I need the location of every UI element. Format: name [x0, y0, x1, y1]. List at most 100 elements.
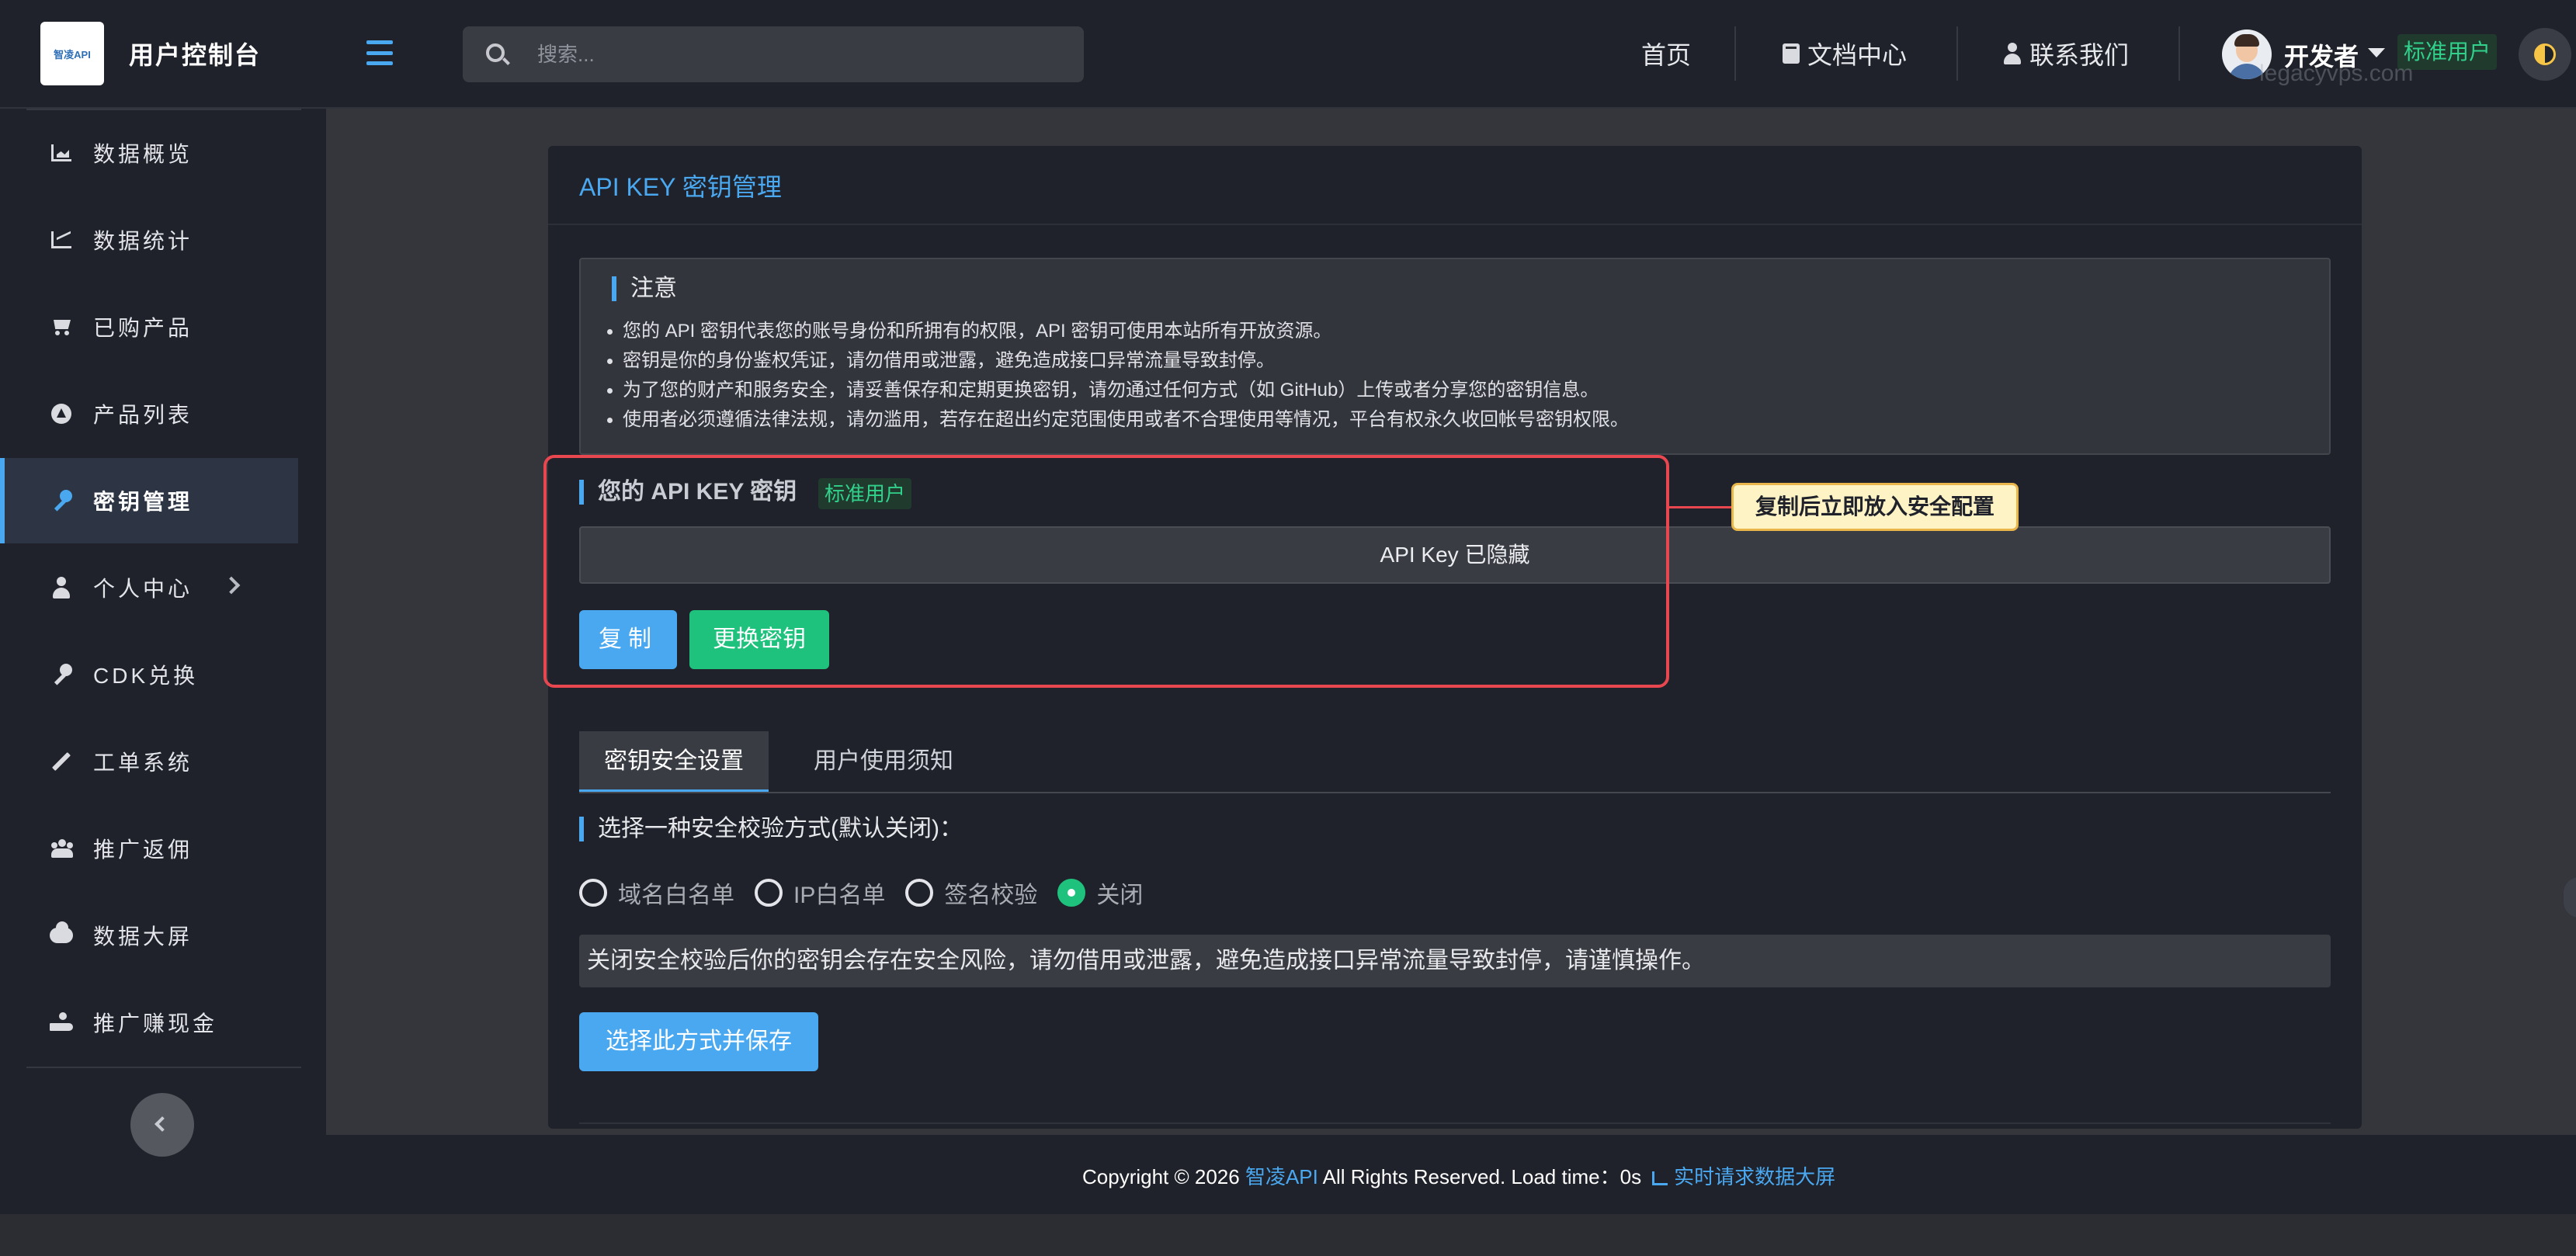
book-icon — [1783, 43, 1800, 64]
tab-security-settings[interactable]: 密钥安全设置 — [579, 731, 769, 792]
sidebar-item-statistics[interactable]: 数据统计 — [0, 197, 298, 283]
search-box[interactable] — [463, 26, 1084, 82]
sidebar-item-label: 已购产品 — [93, 316, 193, 340]
sidebar-item-label: 数据大屏 — [93, 925, 193, 949]
chevron-right-icon — [222, 576, 241, 595]
security-warning: 关闭安全校验后你的密钥会存在安全风险，请勿借用或泄露，避免造成接口异常流量导致封… — [579, 935, 2331, 987]
bottom-strip — [0, 1214, 2576, 1256]
sidebar-collapse-button[interactable] — [130, 1093, 194, 1157]
copyright-text: Copyright © 2026 智凌API All Rights Reserv… — [1082, 1161, 1835, 1190]
realtime-dashboard-link[interactable]: 实时请求数据大屏 — [1674, 1165, 1835, 1188]
sidebar-item-label: 数据统计 — [93, 229, 193, 253]
sidebar-item-cdk[interactable]: CDK兑换 — [0, 632, 298, 717]
sidebar-item-label: CDK兑换 — [93, 664, 199, 688]
security-radio-group: 域名白名单 IP白名单 签名校验 关闭 — [579, 876, 1163, 910]
tab-bar: 密钥安全设置 用户使用须知 — [579, 731, 2331, 793]
cart-icon — [50, 315, 73, 338]
sidebar-item-tickets[interactable]: 工单系统 — [0, 719, 298, 804]
half-moon-icon — [2534, 43, 2556, 65]
radio-domain-whitelist[interactable]: 域名白名单 — [579, 876, 734, 910]
footer-brand-link[interactable]: 智凌API — [1245, 1165, 1318, 1188]
menu-toggle-icon[interactable] — [366, 40, 393, 65]
panel-divider — [579, 1122, 2331, 1124]
key-icon — [50, 489, 73, 512]
top-header: 智凌API 用户控制台 首页 文档中心 联系我们 开发者 标准用户 legacy… — [0, 0, 2576, 109]
sidebar-divider — [26, 1067, 301, 1068]
nav-contact-link[interactable]: 联系我们 — [2003, 36, 2129, 71]
person-icon — [2003, 43, 2022, 64]
sidebar-item-earn[interactable]: 推广赚现金 — [0, 980, 298, 1065]
panel-title: API KEY 密钥管理 — [579, 173, 782, 201]
sidebar-item-label: 工单系统 — [93, 751, 193, 775]
notice-item: 为了您的财产和服务安全，请妥善保存和定期更换密钥，请勿通过任何方式（如 GitH… — [607, 376, 1629, 405]
callout-connector — [1669, 506, 1731, 508]
sidebar-item-referral[interactable]: 推广返佣 — [0, 806, 298, 891]
callout-tooltip: 复制后立即放入安全配置 — [1731, 483, 2019, 531]
sidebar-item-dashboard[interactable]: 数据大屏 — [0, 893, 298, 978]
app-title: 用户控制台 — [129, 41, 262, 69]
watermark: legacyvps.com — [2259, 61, 2414, 86]
radio-label: 关闭 — [1096, 883, 1144, 908]
sidebar: 数据概览 数据统计 已购产品 产品列表 密钥管理 个人中心 CDK兑换 工单系统… — [0, 109, 326, 1214]
nav-divider — [1956, 26, 1958, 81]
radio-label: IP白名单 — [793, 883, 886, 908]
sidebar-item-keys[interactable]: 密钥管理 — [0, 458, 298, 543]
sidebar-item-profile[interactable]: 个人中心 — [0, 545, 298, 630]
notice-list: 您的 API 密钥代表您的账号身份和所拥有的权限，API 密钥可使用本站所有开放… — [607, 317, 1629, 435]
footer: Copyright © 2026 智凌API All Rights Reserv… — [326, 1135, 2576, 1214]
sidebar-item-label: 产品列表 — [93, 403, 193, 427]
brand-logo-text: 智凌API — [54, 48, 91, 61]
pencil-icon — [50, 750, 73, 773]
users-icon — [50, 837, 73, 860]
copyright-prefix: Copyright © 2026 — [1082, 1165, 1245, 1188]
notice-item: 使用者必须遵循法律法规，请勿滥用，若存在超出约定范围使用或者不合理使用等情况，平… — [607, 405, 1629, 435]
brand-logo[interactable]: 智凌API — [40, 22, 104, 85]
radio-off[interactable]: 关闭 — [1057, 876, 1143, 910]
security-option-title: 选择一种安全校验方式(默认关闭)： — [579, 817, 963, 841]
nav-home-link[interactable]: 首页 — [1641, 36, 1691, 71]
hand-coin-icon — [50, 1011, 73, 1034]
area-chart-icon — [50, 141, 73, 165]
radio-ip-whitelist[interactable]: IP白名单 — [755, 876, 885, 910]
chart-icon — [1652, 1171, 1668, 1185]
copyright-suffix: All Rights Reserved. Load time：0s — [1318, 1165, 1642, 1188]
theme-toggle-button[interactable] — [2519, 28, 2571, 81]
notice-item: 您的 API 密钥代表您的账号身份和所拥有的权限，API 密钥可使用本站所有开放… — [607, 317, 1629, 346]
nav-divider — [2178, 26, 2180, 81]
sidebar-item-products[interactable]: 产品列表 — [0, 371, 298, 456]
search-icon — [486, 43, 505, 62]
radio-circle[interactable] — [1057, 879, 1086, 907]
search-input[interactable] — [537, 26, 1065, 82]
sidebar-item-label: 推广赚现金 — [93, 1011, 218, 1036]
panel-divider — [548, 224, 2362, 225]
radio-label: 域名白名单 — [618, 883, 734, 908]
save-method-button[interactable]: 选择此方式并保存 — [579, 1012, 818, 1071]
nav-docs-label: 文档中心 — [1807, 41, 1908, 69]
user-icon — [50, 576, 73, 599]
radio-signature[interactable]: 签名校验 — [905, 876, 1037, 910]
radio-label: 签名校验 — [944, 883, 1038, 908]
radio-circle[interactable] — [579, 879, 607, 907]
sidebar-item-label: 推广返佣 — [93, 838, 193, 862]
sidebar-item-purchased[interactable]: 已购产品 — [0, 284, 298, 370]
line-chart-icon — [50, 228, 73, 252]
chevron-down-icon[interactable] — [2368, 48, 2385, 57]
nav-docs-link[interactable]: 文档中心 — [1783, 36, 1907, 71]
tab-usage-notice[interactable]: 用户使用须知 — [789, 731, 978, 792]
highlight-frame — [543, 455, 1669, 688]
sidebar-item-overview[interactable]: 数据概览 — [0, 110, 298, 196]
circle-up-icon — [50, 402, 73, 425]
nav-home-label: 首页 — [1641, 41, 1692, 69]
chevron-left-icon — [154, 1116, 170, 1132]
nav-contact-label: 联系我们 — [2029, 41, 2130, 69]
radio-circle[interactable] — [755, 879, 783, 907]
sidebar-item-label: 密钥管理 — [93, 490, 193, 514]
sidebar-item-label: 个人中心 — [93, 577, 193, 601]
notice-title: 注意 — [612, 276, 677, 301]
notice-box: 注意 您的 API 密钥代表您的账号身份和所拥有的权限，API 密钥可使用本站所… — [579, 258, 2331, 455]
nav-divider — [1734, 26, 1736, 81]
notice-item: 密钥是你的身份鉴权凭证，请勿借用或泄露，避免造成接口异常流量导致封停。 — [607, 346, 1629, 376]
cloud-icon — [50, 921, 73, 947]
radio-circle[interactable] — [905, 879, 934, 907]
key-icon — [50, 663, 73, 686]
